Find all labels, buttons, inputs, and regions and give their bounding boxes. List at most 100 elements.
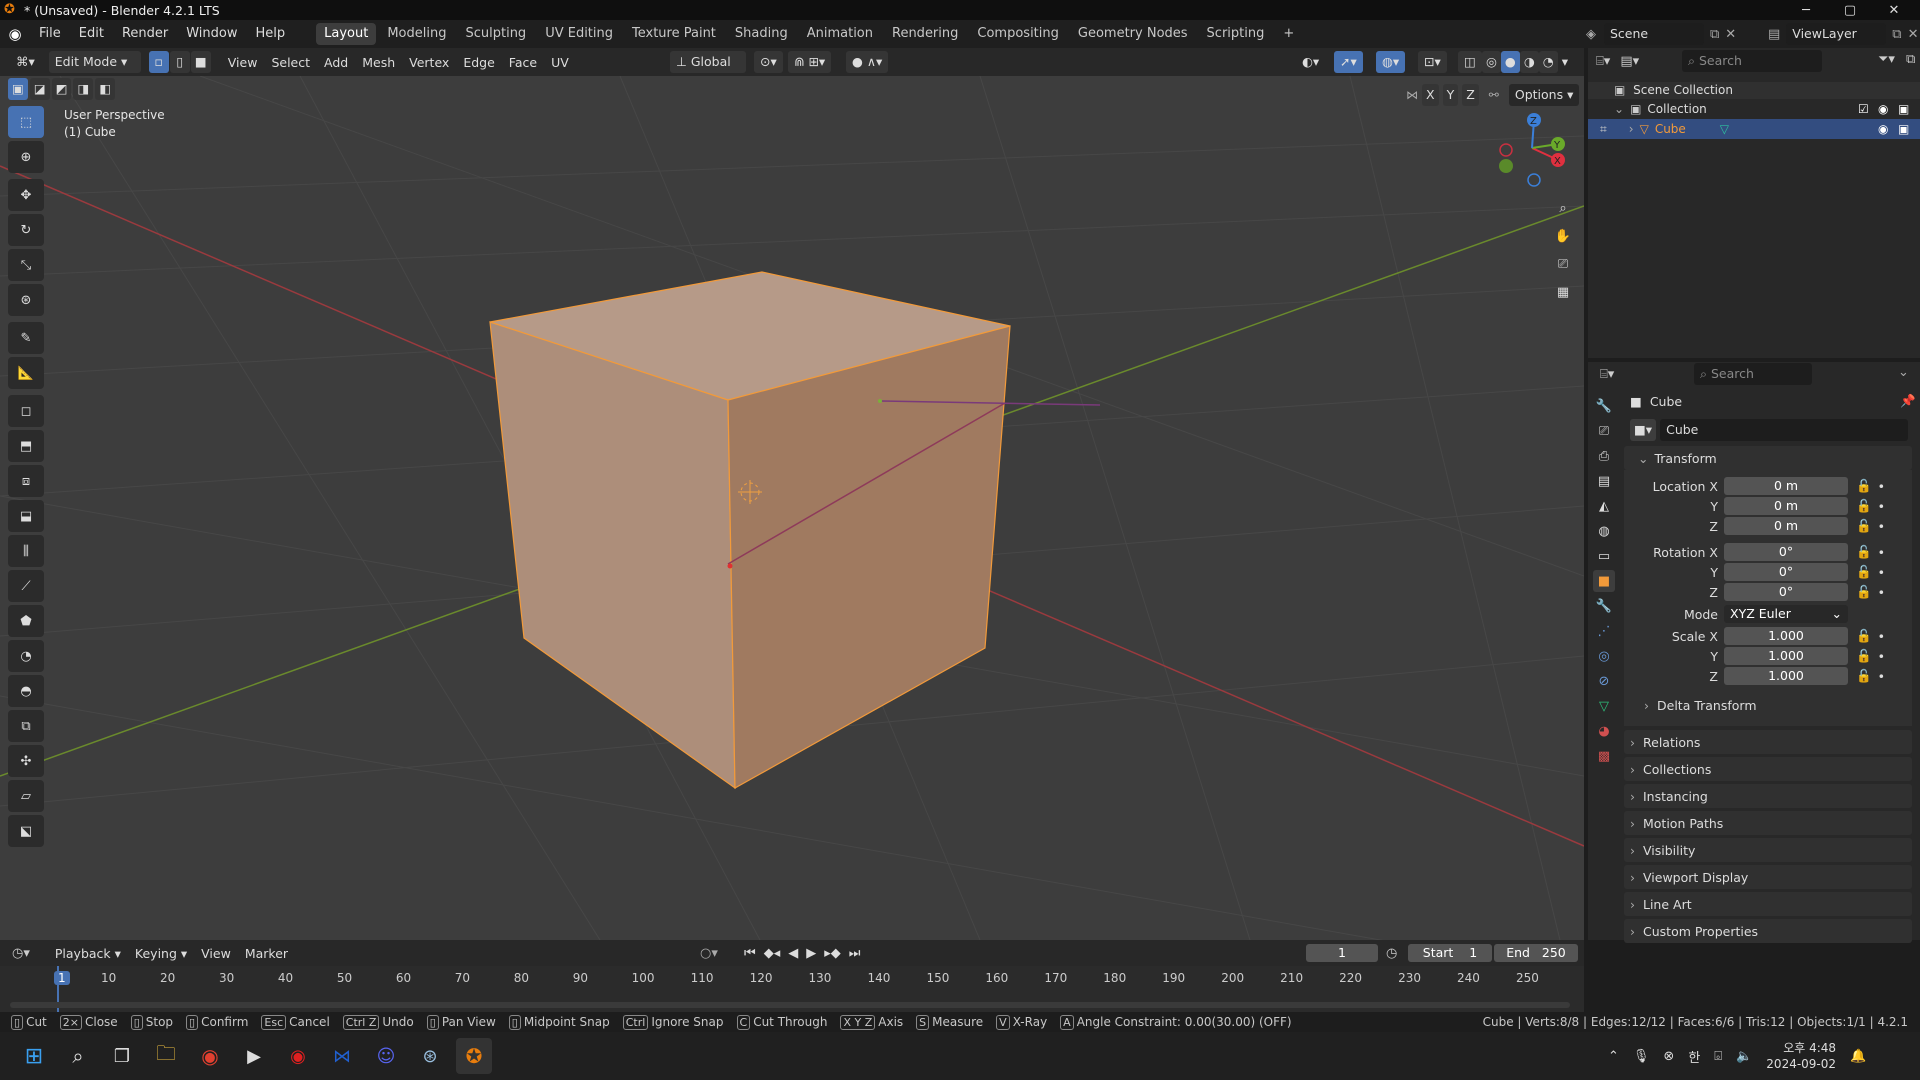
output-tab-icon[interactable]: ⎙ xyxy=(1593,445,1615,467)
rotation-y-keyframe-icon[interactable]: • xyxy=(1878,565,1885,580)
smooth-tool-icon[interactable]: ◓ xyxy=(8,675,44,707)
menu-file[interactable]: File xyxy=(30,20,70,48)
delta-transform-header[interactable]: › Delta Transform xyxy=(1624,694,1912,716)
scale-y-field[interactable]: 1.000 xyxy=(1724,647,1848,665)
volume-icon[interactable]: 🔈 xyxy=(1736,1049,1752,1064)
tab-uv-editing[interactable]: UV Editing xyxy=(537,23,621,45)
tab-sculpting[interactable]: Sculpting xyxy=(457,23,534,45)
edge-select-icon[interactable]: ▯ xyxy=(169,51,190,73)
rendered-shading-icon[interactable]: ◔ xyxy=(1538,51,1558,73)
location-y-field[interactable]: 0 m xyxy=(1724,497,1848,515)
collection-visibility-icon[interactable]: ◉ xyxy=(1878,102,1888,116)
new-scene-icon[interactable]: ⧉ xyxy=(1710,27,1719,42)
custom-properties-panel-header[interactable]: › Custom Properties xyxy=(1624,919,1912,943)
perspective-toggle-icon[interactable]: ▦ xyxy=(1548,278,1578,306)
collection-row[interactable]: ⌄ ▣ Collection ☑ ◉ ▣ xyxy=(1588,99,1920,119)
blender-taskbar-icon[interactable]: ✪ xyxy=(456,1038,492,1074)
world-tab-icon[interactable]: ◍ xyxy=(1593,520,1615,542)
ime-indicator[interactable]: 한 xyxy=(1688,1047,1700,1066)
collection-tab-icon[interactable]: ▭ xyxy=(1593,545,1615,567)
location-y-keyframe-icon[interactable]: • xyxy=(1878,499,1885,514)
network-icon[interactable]: ⌻ xyxy=(1714,1049,1722,1064)
shading-options-icon[interactable]: ▾ xyxy=(1557,51,1572,73)
timeline-menu-keying[interactable]: Keying ▾ xyxy=(128,946,194,961)
display-mode-icon[interactable]: ▤▾ xyxy=(1620,54,1639,69)
gizmo-toggle-icon[interactable]: ➚▾ xyxy=(1334,51,1363,73)
gizmo-neg-x-icon[interactable] xyxy=(1499,143,1513,157)
play-reverse-icon[interactable]: ◀ xyxy=(788,946,798,961)
menu-mesh[interactable]: Mesh xyxy=(355,55,402,70)
jump-start-icon[interactable]: ⏮ xyxy=(744,946,756,961)
menu-add[interactable]: Add xyxy=(317,55,355,70)
visibility-icon[interactable]: ◐▾ xyxy=(1296,51,1326,73)
auto-merge-icon[interactable]: ⚯ xyxy=(1489,88,1499,102)
mode-selector[interactable]: Edit Mode ▾ xyxy=(48,51,141,73)
object-browse-icon[interactable]: ■▾ xyxy=(1630,419,1657,441)
collection-expand-icon[interactable]: ⌄ xyxy=(1614,102,1624,116)
scale-z-lock-icon[interactable]: 🔓 xyxy=(1856,668,1872,684)
scale-x-field[interactable]: 1.000 xyxy=(1724,627,1848,645)
solid-shading-icon[interactable]: ● xyxy=(1500,51,1520,73)
timeline-menu-view[interactable]: View xyxy=(194,946,238,961)
tab-modeling[interactable]: Modeling xyxy=(379,23,454,45)
location-x-field[interactable]: 0 m xyxy=(1724,477,1848,495)
mirror-x-toggle[interactable]: X xyxy=(1422,84,1439,106)
scale-tool-icon[interactable]: ⤡ xyxy=(8,249,44,281)
rotation-mode-dropdown[interactable]: XYZ Euler ⌄ xyxy=(1724,605,1848,623)
transform-panel-header[interactable]: ⌄ Transform xyxy=(1624,446,1912,470)
menu-face[interactable]: Face xyxy=(502,55,544,70)
bevel-tool-icon[interactable]: ⬓ xyxy=(8,500,44,532)
cube-row[interactable]: ⌗ › ▽ Cube ▽ ◉ ▣ xyxy=(1588,119,1920,139)
transform-orientation-dropdown[interactable]: ⊥ Global ▾ xyxy=(670,51,746,91)
view-layer-name[interactable]: ViewLayer xyxy=(1786,23,1887,45)
material-tab-icon[interactable]: ◕ xyxy=(1593,720,1615,742)
motion-paths-panel-header[interactable]: › Motion Paths xyxy=(1624,811,1912,835)
object-name-field[interactable]: Cube xyxy=(1660,419,1909,441)
maximize-button[interactable]: ▢ xyxy=(1828,0,1872,20)
scene-collection-row[interactable]: ▣ Scene Collection xyxy=(1588,82,1920,99)
edge-slide-tool-icon[interactable]: ⧉ xyxy=(8,710,44,742)
visibility-panel-header[interactable]: › Visibility xyxy=(1624,838,1912,862)
auto-keying-icon[interactable]: ○▾ xyxy=(700,946,718,961)
start-frame-field[interactable]: Start 1 xyxy=(1408,944,1492,962)
menu-render[interactable]: Render xyxy=(113,20,177,48)
location-z-field[interactable]: 0 m xyxy=(1724,517,1848,535)
end-frame-field[interactable]: End 250 xyxy=(1494,944,1578,962)
new-view-layer-icon[interactable]: ⧉ xyxy=(1892,27,1901,42)
menu-vertex[interactable]: Vertex xyxy=(402,55,456,70)
collection-render-icon[interactable]: ▣ xyxy=(1898,102,1909,116)
menu-view[interactable]: View xyxy=(221,55,265,70)
loop-cut-tool-icon[interactable]: ⫼ xyxy=(8,535,44,567)
material-shading-icon[interactable]: ◑ xyxy=(1519,51,1539,73)
scale-x-keyframe-icon[interactable]: • xyxy=(1878,629,1885,644)
play-icon[interactable]: ▶ xyxy=(806,946,816,961)
rotation-x-keyframe-icon[interactable]: • xyxy=(1878,545,1885,560)
add-workspace-button[interactable]: + xyxy=(1275,23,1302,45)
tab-animation[interactable]: Animation xyxy=(799,23,881,45)
navigation-gizmo[interactable]: X Y Z xyxy=(1492,108,1572,188)
media-player-icon[interactable]: ▶ xyxy=(236,1038,272,1074)
jump-keyframe-back-icon[interactable]: ◆◂ xyxy=(764,946,781,961)
line-art-panel-header[interactable]: › Line Art xyxy=(1624,892,1912,916)
app-icon[interactable]: ⋈ xyxy=(324,1038,360,1074)
annotate-tool-icon[interactable]: ✎ xyxy=(8,322,44,354)
outliner-search-input[interactable]: ⌕ Search xyxy=(1682,50,1822,72)
search-icon[interactable]: ⌕ xyxy=(60,1038,96,1074)
view-layer-tab-icon[interactable]: ▤ xyxy=(1593,470,1615,492)
rotation-z-field[interactable]: 0° xyxy=(1724,583,1848,601)
tab-scripting[interactable]: Scripting xyxy=(1199,23,1273,45)
menu-uv[interactable]: UV xyxy=(544,55,576,70)
physics-tab-icon[interactable]: ◎ xyxy=(1593,645,1615,667)
new-collection-icon[interactable]: ⧉ xyxy=(1906,52,1915,67)
scene-tab-icon[interactable]: ◭ xyxy=(1593,495,1615,517)
proportional-editing-icon[interactable]: ● ∧▾ xyxy=(846,51,889,73)
chrome-icon[interactable]: ◉ xyxy=(192,1038,228,1074)
app-tray-icon[interactable]: ⊗ xyxy=(1663,1049,1674,1064)
filter-icon[interactable]: ⏷▾ xyxy=(1878,52,1895,67)
select-intersect-icon[interactable]: ◧ xyxy=(95,78,116,100)
3d-viewport[interactable]: User Perspective (1) Cube ⋈ X Y Z ⚯ Opti… xyxy=(0,76,1584,940)
rotation-y-field[interactable]: 0° xyxy=(1724,563,1848,581)
menu-select[interactable]: Select xyxy=(264,55,317,70)
jump-end-icon[interactable]: ⏭ xyxy=(849,946,861,961)
mirror-icon[interactable]: ⋈ xyxy=(1406,88,1418,102)
